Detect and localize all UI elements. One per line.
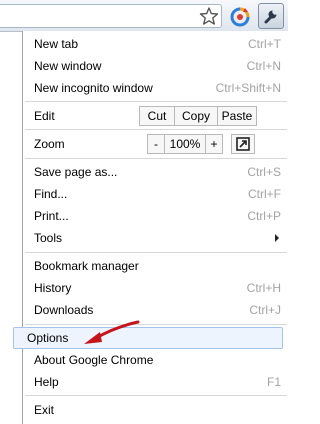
menu-separator — [25, 252, 287, 253]
menu-item-save-page[interactable]: Save page as... Ctrl+S — [31, 162, 287, 182]
shortcut-label: Ctrl+Shift+N — [215, 81, 281, 95]
shortcut-label: Ctrl+J — [249, 303, 281, 317]
omnibox[interactable] — [0, 4, 222, 28]
shortcut-label: Ctrl+H — [246, 281, 281, 295]
shortcut-label: Ctrl+P — [247, 209, 281, 223]
menu-item-print[interactable]: Print... Ctrl+P — [31, 206, 287, 226]
menu-item-label: Save page as... — [34, 165, 118, 179]
menu-item-new-window[interactable]: New window Ctrl+N — [31, 56, 287, 76]
menu-item-about[interactable]: About Google Chrome — [31, 350, 287, 370]
menu-item-edit: Edit — [31, 106, 131, 126]
red-arrow-annotation — [84, 320, 140, 344]
fullscreen-button[interactable] — [231, 134, 255, 154]
menu-item-label: Options — [27, 331, 69, 345]
menu-item-label: New tab — [34, 37, 79, 51]
menu-separator — [25, 324, 287, 325]
menu-item-bookmark-manager[interactable]: Bookmark manager — [31, 256, 287, 276]
bookmark-star-icon[interactable] — [199, 6, 219, 26]
shortcut-label: Ctrl+T — [248, 37, 281, 51]
menu-item-zoom: Zoom — [31, 134, 131, 154]
fullscreen-icon — [236, 137, 250, 151]
copy-button[interactable]: Copy — [174, 106, 218, 126]
shortcut-label: Ctrl+F — [248, 187, 281, 201]
menu-separator — [25, 129, 287, 130]
menu-item-label: About Google Chrome — [34, 353, 154, 367]
menu-item-exit[interactable]: Exit — [31, 400, 287, 420]
extension-icon[interactable] — [229, 6, 251, 28]
menu-item-label: Downloads — [34, 303, 94, 317]
menu-item-label: Exit — [34, 403, 55, 417]
menu-item-new-tab[interactable]: New tab Ctrl+T — [31, 34, 287, 54]
shortcut-label: Ctrl+S — [247, 165, 281, 179]
wrench-icon — [264, 10, 277, 24]
menu-item-help[interactable]: Help F1 — [31, 372, 287, 392]
submenu-arrow-icon — [275, 234, 279, 242]
paste-button[interactable]: Paste — [217, 106, 257, 126]
menu-item-label: Tools — [34, 231, 63, 245]
menu-item-history[interactable]: History Ctrl+H — [31, 278, 287, 298]
menu-separator — [25, 101, 287, 102]
zoom-out-button[interactable]: - — [147, 134, 165, 154]
shortcut-label: Ctrl+N — [246, 59, 281, 73]
menu-item-label: New incognito window — [34, 81, 153, 95]
menu-item-label: Help — [34, 375, 59, 389]
browser-toolbar — [0, 0, 288, 32]
menu-item-label: Find... — [34, 187, 68, 201]
menu-item-label: History — [34, 281, 72, 295]
menu-item-label: Print... — [34, 209, 69, 223]
menu-item-options[interactable]: Options — [13, 327, 283, 349]
menu-item-new-incognito-window[interactable]: New incognito window Ctrl+Shift+N — [31, 78, 287, 98]
cut-button[interactable]: Cut — [139, 106, 175, 126]
shortcut-label: F1 — [266, 375, 281, 389]
menu-item-downloads[interactable]: Downloads Ctrl+J — [31, 300, 287, 320]
wrench-menu: New tab Ctrl+T New window Ctrl+N New inc… — [13, 31, 288, 424]
zoom-in-button[interactable]: + — [205, 134, 223, 154]
zoom-level: 100% — [164, 134, 206, 154]
menu-item-label: New window — [34, 59, 102, 73]
menu-item-find[interactable]: Find... Ctrl+F — [31, 184, 287, 204]
menu-item-tools[interactable]: Tools — [31, 228, 287, 248]
wrench-menu-button[interactable] — [258, 3, 284, 29]
menu-item-label: Bookmark manager — [34, 259, 139, 273]
menu-item-label: Edit — [34, 109, 55, 123]
menu-separator — [25, 395, 287, 396]
menu-separator — [25, 158, 287, 159]
menu-item-label: Zoom — [34, 137, 65, 151]
